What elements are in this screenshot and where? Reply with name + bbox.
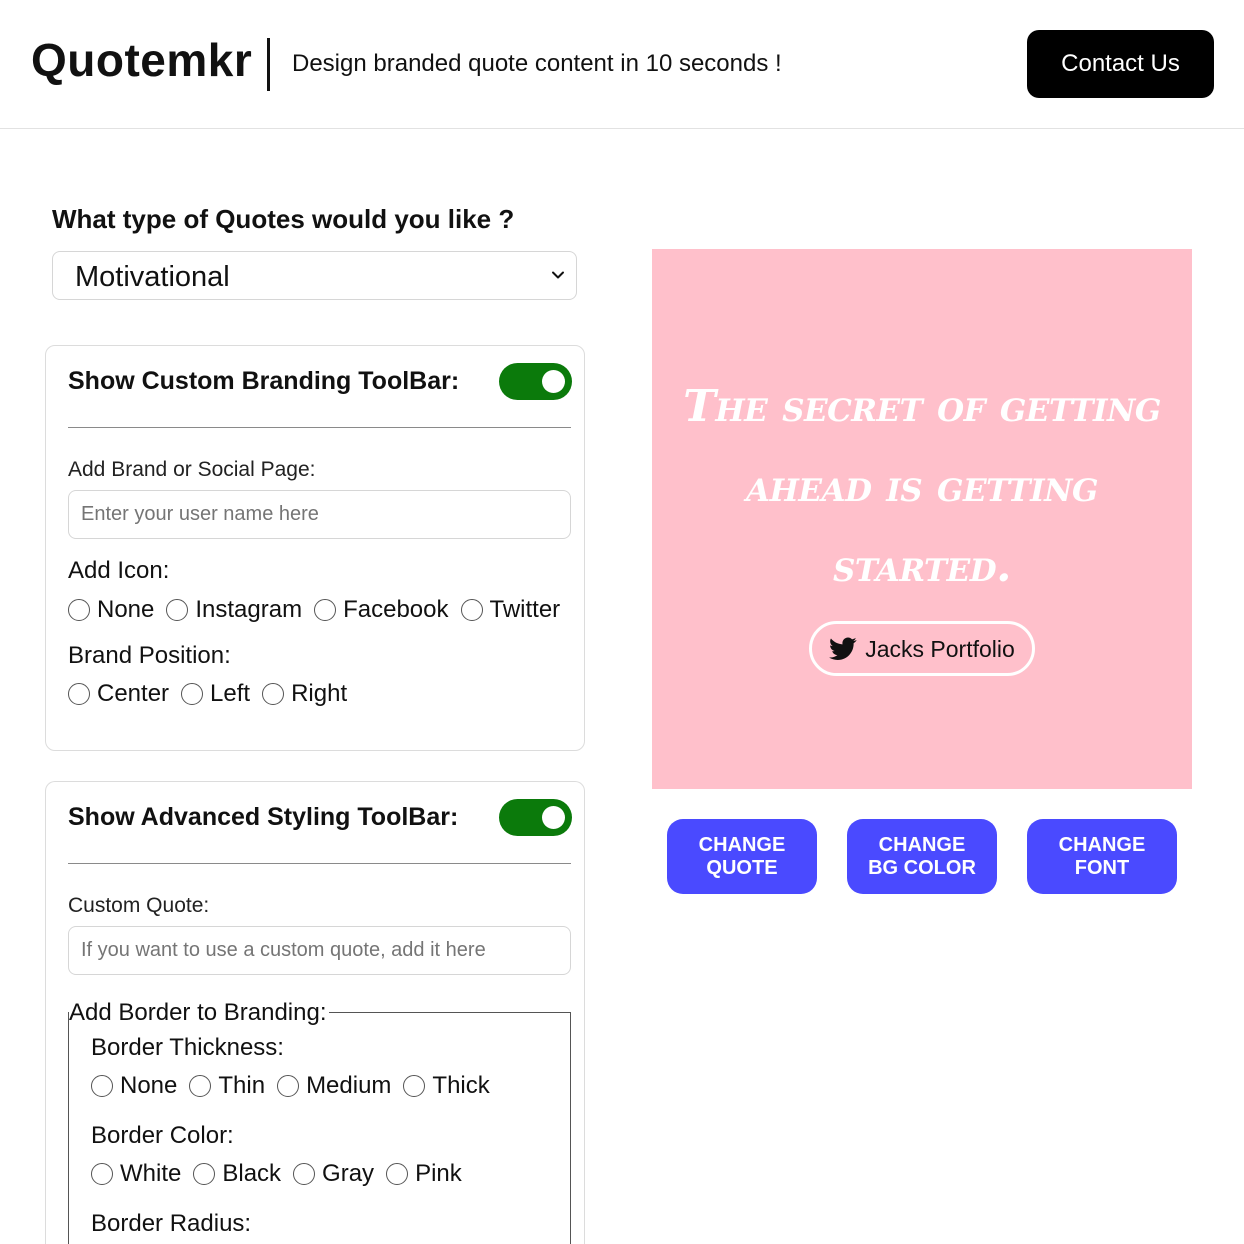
thickness-option-none[interactable]: None <box>91 1071 177 1101</box>
change-quote-button[interactable]: CHANGE QUOTE <box>667 819 817 894</box>
site-header: Quotemkr Design branded quote content in… <box>0 0 1244 129</box>
border-radius-label: Border Radius: <box>91 1210 252 1237</box>
radio-circle[interactable] <box>181 683 204 705</box>
thickness-option-thick[interactable]: Thick <box>403 1071 490 1101</box>
custom-quote-input[interactable] <box>68 926 571 975</box>
color-option-pink[interactable]: Pink <box>386 1159 462 1189</box>
twitter-icon <box>829 636 857 660</box>
icon-radio-group: None Instagram Facebook Twitter <box>68 595 572 625</box>
brand-name: Jacks Portfolio <box>865 635 1015 662</box>
radio-circle[interactable] <box>91 1075 113 1097</box>
quote-type-question: What type of Quotes would you like ? <box>52 204 515 234</box>
chevron-down-icon <box>552 271 564 279</box>
styling-toolbar-panel: Show Advanced Styling ToolBar: Custom Qu… <box>45 781 585 1244</box>
branding-toolbar-panel: Show Custom Branding ToolBar: Add Brand … <box>45 345 585 751</box>
styling-toolbar-title: Show Advanced Styling ToolBar: <box>68 803 459 831</box>
quote-type-selected-value: Motivational <box>75 261 230 293</box>
icon-option-none[interactable]: None <box>68 595 154 625</box>
icon-option-instagram[interactable]: Instagram <box>166 595 302 625</box>
radio-circle[interactable] <box>460 599 483 621</box>
radio-circle[interactable] <box>277 1075 300 1097</box>
change-bg-color-button[interactable]: CHANGE BG COLOR <box>847 819 997 894</box>
radio-circle[interactable] <box>68 599 90 621</box>
radio-circle[interactable] <box>314 599 337 621</box>
position-option-center[interactable]: Center <box>68 679 169 709</box>
position-radio-group: Center Left Right <box>68 679 359 709</box>
custom-quote-label: Custom Quote: <box>68 894 210 917</box>
contact-us-button[interactable]: Contact Us <box>1027 30 1214 98</box>
branding-toolbar-title: Show Custom Branding ToolBar: <box>68 367 460 395</box>
brand-name-input[interactable] <box>68 490 571 539</box>
radio-circle[interactable] <box>386 1163 409 1185</box>
color-option-white[interactable]: White <box>91 1159 181 1189</box>
radio-circle[interactable] <box>293 1163 316 1185</box>
radio-circle[interactable] <box>68 683 90 705</box>
header-divider <box>267 38 270 91</box>
border-color-radio-group: White Black Gray Pink <box>91 1159 474 1189</box>
border-color-label: Border Color: <box>91 1122 234 1149</box>
brand-label: Add Brand or Social Page: <box>68 458 316 481</box>
divider <box>68 427 571 428</box>
radio-circle[interactable] <box>91 1163 113 1185</box>
radio-circle[interactable] <box>403 1075 426 1097</box>
brand-position-label: Brand Position: <box>68 642 231 669</box>
icon-label: Add Icon: <box>68 557 170 584</box>
quote-preview-card: The secret of getting ahead is getting s… <box>652 249 1192 789</box>
color-option-gray[interactable]: Gray <box>293 1159 374 1189</box>
brand-badge: Jacks Portfolio <box>809 621 1035 676</box>
radio-circle[interactable] <box>193 1163 216 1185</box>
change-font-button[interactable]: CHANGE FONT <box>1027 819 1177 894</box>
position-option-left[interactable]: Left <box>181 679 250 709</box>
thickness-option-medium[interactable]: Medium <box>277 1071 391 1101</box>
quote-type-select[interactable]: Motivational <box>52 251 577 300</box>
icon-option-facebook[interactable]: Facebook <box>314 595 449 625</box>
icon-option-twitter[interactable]: Twitter <box>460 595 560 625</box>
radio-circle[interactable] <box>189 1075 212 1097</box>
divider <box>68 863 571 864</box>
border-fieldset: Add Border to Branding: Border Thickness… <box>68 999 571 1244</box>
radio-circle[interactable] <box>262 683 285 705</box>
radio-circle[interactable] <box>166 599 189 621</box>
position-option-right[interactable]: Right <box>262 679 347 709</box>
quote-text: The secret of getting ahead is getting s… <box>683 381 1161 592</box>
styling-toolbar-toggle[interactable] <box>499 799 572 836</box>
thickness-radio-group: None Thin Medium Thick <box>91 1071 502 1101</box>
border-legend: Add Border to Branding: <box>69 999 329 1027</box>
tagline: Design branded quote content in 10 secon… <box>292 50 782 77</box>
toggle-knob <box>542 806 565 829</box>
logo[interactable]: Quotemkr <box>31 32 252 88</box>
border-thickness-label: Border Thickness: <box>91 1034 284 1061</box>
thickness-option-thin[interactable]: Thin <box>189 1071 265 1101</box>
color-option-black[interactable]: Black <box>193 1159 281 1189</box>
toggle-knob <box>542 370 565 393</box>
branding-toolbar-toggle[interactable] <box>499 363 572 400</box>
